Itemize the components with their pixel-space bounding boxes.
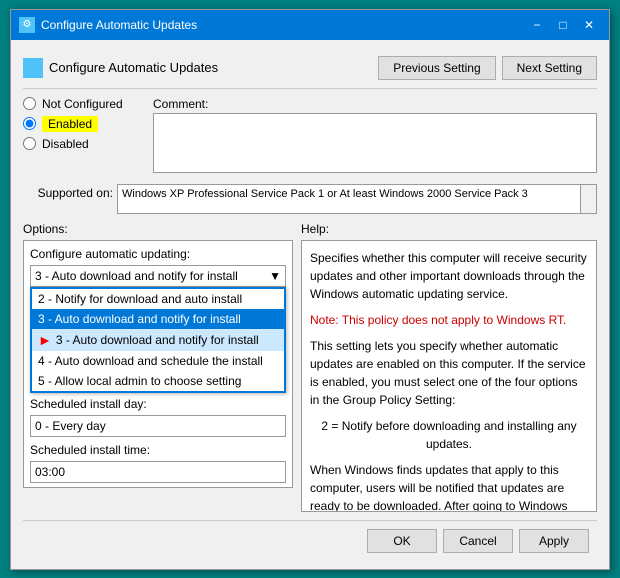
schedule-time-row: 03:00 00:00 01:00 [30,461,286,483]
previous-setting-button[interactable]: Previous Setting [378,56,495,80]
schedule-day-dropdown[interactable]: 0 - Every day 1 - Sunday 2 - Monday [30,415,286,437]
schedule-time-label: Scheduled install time: [30,443,286,457]
next-setting-button[interactable]: Next Setting [502,56,597,80]
schedule-time-wrapper: 03:00 00:00 01:00 [30,461,286,483]
schedule-section: Scheduled install day: 0 - Every day 1 -… [30,397,286,488]
supported-row: Supported on: Windows XP Professional Se… [23,184,597,214]
schedule-day-label: Scheduled install day: [30,397,286,411]
help-para-3: This setting lets you specify whether au… [310,337,588,409]
configure-automatic-updates-dialog: ⚙ Configure Automatic Updates − □ ✕ Conf… [10,9,610,570]
title-bar: ⚙ Configure Automatic Updates − □ ✕ [11,10,609,40]
supported-label: Supported on: [23,184,113,200]
dropdown-item-4[interactable]: 4 - Auto download and schedule the insta… [32,351,284,371]
main-panels: Options: Configure automatic updating: 3… [23,222,597,512]
title-controls: − □ ✕ [525,16,601,34]
disabled-radio[interactable] [23,137,36,150]
options-panel: Options: Configure automatic updating: 3… [23,222,293,512]
updating-dropdown[interactable]: 3 - Auto download and notify for install… [30,265,286,287]
dialog-footer: OK Cancel Apply [23,520,597,561]
help-para-5: When Windows finds updates that apply to… [310,461,588,512]
help-para-4: 2 = Notify before downloading and instal… [310,417,588,453]
options-box: Configure automatic updating: 3 - Auto d… [23,240,293,488]
options-label: Options: [23,222,293,236]
arrow-indicator: ► [38,332,52,348]
radio-group: Not Configured Enabled Disabled [23,97,143,176]
dialog-title: Configure Automatic Updates [41,18,197,32]
dropdown-item-5[interactable]: 5 - Allow local admin to choose setting [32,371,284,391]
help-panel-outer: Help: Specifies whether this computer wi… [301,222,597,512]
dropdown-arrow-icon: ▼ [269,269,281,283]
ok-button[interactable]: OK [367,529,437,553]
dropdown-item-2[interactable]: 2 - Notify for download and auto install [32,289,284,309]
supported-scrollbar[interactable] [580,185,596,213]
note-text: Note: This policy does not apply to Wind… [310,313,566,327]
minimize-button[interactable]: − [525,16,549,34]
config-label: Configure automatic updating: [30,247,286,261]
supported-box: Windows XP Professional Service Pack 1 o… [117,184,597,214]
comment-textarea[interactable] [153,113,597,173]
comment-area: Comment: [153,97,597,176]
comment-label: Comment: [153,97,597,111]
updating-dropdown-value: 3 - Auto download and notify for install [35,269,238,283]
disabled-option[interactable]: Disabled [23,137,143,151]
not-configured-radio[interactable] [23,97,36,110]
enabled-label: Enabled [42,117,98,131]
supported-value: Windows XP Professional Service Pack 1 o… [122,188,528,200]
apply-button[interactable]: Apply [519,529,589,553]
enabled-option[interactable]: Enabled [23,117,143,131]
title-bar-left: ⚙ Configure Automatic Updates [19,17,197,33]
updating-dropdown-menu: 2 - Notify for download and auto install… [30,287,286,393]
not-configured-option[interactable]: Not Configured [23,97,143,111]
updating-dropdown-container: 3 - Auto download and notify for install… [30,265,286,287]
help-label: Help: [301,222,597,236]
help-panel[interactable]: Specifies whether this computer will rec… [301,240,597,512]
not-configured-label: Not Configured [42,97,123,111]
header-icon [23,58,43,78]
help-para-1: Specifies whether this computer will rec… [310,249,588,303]
header-buttons: Previous Setting Next Setting [378,56,597,80]
disabled-label: Disabled [42,137,89,151]
enabled-radio[interactable] [23,117,36,130]
help-para-2: Note: This policy does not apply to Wind… [310,311,588,329]
dialog-body: Configure Automatic Updates Previous Set… [11,40,609,569]
cancel-button[interactable]: Cancel [443,529,513,553]
schedule-day-wrapper: 0 - Every day 1 - Sunday 2 - Monday [30,415,286,437]
maximize-button[interactable]: □ [551,16,575,34]
schedule-time-dropdown[interactable]: 03:00 00:00 01:00 [30,461,286,483]
schedule-day-row: 0 - Every day 1 - Sunday 2 - Monday [30,415,286,437]
dropdown-item-3-selected[interactable]: 3 - Auto download and notify for install [32,309,284,329]
dropdown-item-3-highlighted[interactable]: ► 3 - Auto download and notify for insta… [32,329,284,351]
dialog-icon: ⚙ [19,17,35,33]
header-left: Configure Automatic Updates [23,58,218,78]
close-button[interactable]: ✕ [577,16,601,34]
dialog-header: Configure Automatic Updates Previous Set… [23,48,597,89]
settings-area: Not Configured Enabled Disabled Comment: [23,97,597,176]
header-title: Configure Automatic Updates [49,60,218,75]
